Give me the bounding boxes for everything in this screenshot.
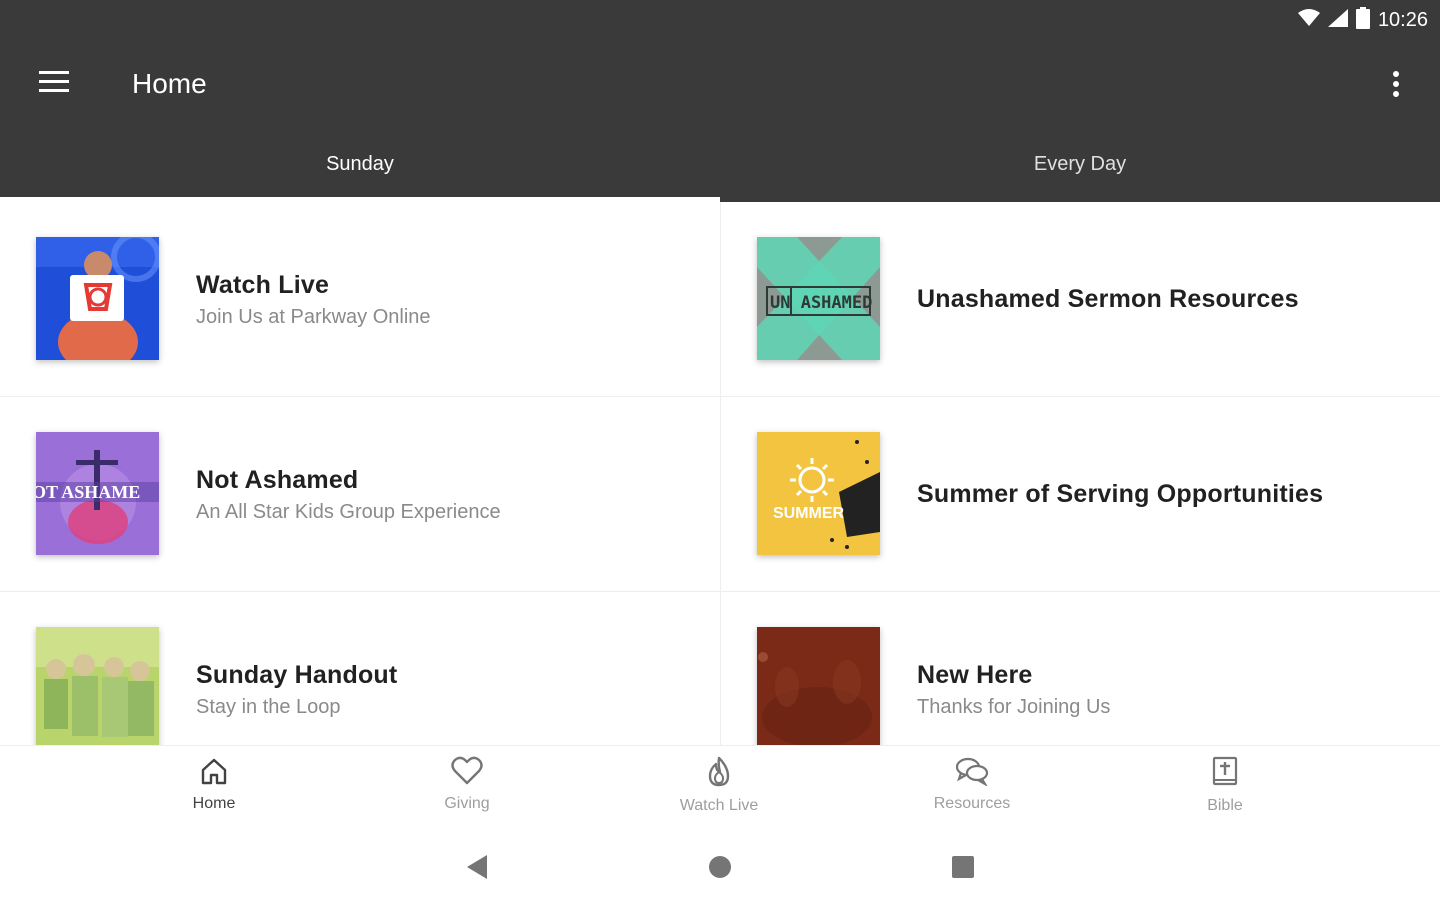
- unashamed-thumbnail: UN ASHAMED: [757, 237, 880, 360]
- sunday-column: Watch Live Join Us at Parkway Online OT …: [0, 202, 720, 745]
- more-vertical-icon: [1392, 70, 1400, 102]
- system-home-button[interactable]: [702, 851, 738, 887]
- list-item-subtitle: An All Star Kids Group Experience: [196, 500, 501, 523]
- back-icon: [465, 854, 489, 885]
- bible-icon: [1211, 756, 1239, 793]
- list-item-title: New Here: [917, 660, 1033, 689]
- tab-sunday[interactable]: Sunday: [0, 130, 720, 202]
- bottom-navigation: Home Giving Watch Live Resources Bible: [0, 745, 1440, 835]
- list-item-new-here[interactable]: New Here Thanks for Joining Us: [721, 592, 1440, 745]
- nav-label: Home: [192, 795, 236, 812]
- system-navigation: [0, 835, 1440, 900]
- watch-live-thumbnail: [36, 237, 159, 360]
- home-icon: [199, 756, 229, 791]
- list-item-text: Watch Live Join Us at Parkway Online: [196, 202, 431, 397]
- overflow-menu-button[interactable]: [1378, 66, 1414, 106]
- list-item-title: Unashamed Sermon Resources: [917, 285, 1299, 313]
- new-here-thumbnail: [757, 627, 880, 745]
- status-icons: 10:26: [1297, 6, 1428, 34]
- chat-bubbles-icon: [955, 756, 989, 791]
- every-day-column: UN ASHAMED Unashamed Sermon Resources SU…: [721, 202, 1440, 745]
- nav-giving[interactable]: Giving: [397, 756, 537, 826]
- list-item-title: Not Ashamed: [196, 465, 359, 494]
- system-back-button[interactable]: [459, 851, 495, 887]
- not-ashamed-thumb-text: OT ASHAME: [36, 482, 140, 502]
- list-item-text: Not Ashamed An All Star Kids Group Exper…: [196, 397, 501, 592]
- list-item-text: Unashamed Sermon Resources: [917, 202, 1299, 397]
- status-bar: 10:26: [0, 0, 1440, 40]
- list-item-sunday-handout[interactable]: Sunday Handout Stay in the Loop: [0, 592, 720, 745]
- app-bar: Home: [0, 40, 1440, 130]
- list-item-title: Summer of Serving Opportunities: [917, 480, 1324, 508]
- wifi-icon: [1297, 8, 1320, 32]
- home-circle-icon: [708, 855, 732, 884]
- list-item-text: Sunday Handout Stay in the Loop: [196, 592, 397, 745]
- list-item-title: Watch Live: [196, 270, 330, 299]
- nav-label: Bible: [1207, 797, 1243, 814]
- summer-thumb-text: SUMMER: [773, 505, 845, 522]
- page-title: Home: [132, 68, 207, 99]
- list-item-subtitle: Join Us at Parkway Online: [196, 305, 431, 328]
- nav-label: Giving: [444, 795, 490, 812]
- unashamed-thumb-text: UN ASHAMED: [770, 293, 872, 313]
- list-item-subtitle: Stay in the Loop: [196, 695, 341, 718]
- list-item-text: Summer of Serving Opportunities: [917, 397, 1323, 592]
- list-item-text: New Here Thanks for Joining Us: [917, 592, 1110, 745]
- status-time: 10:26: [1377, 8, 1428, 31]
- signal-icon: [1327, 8, 1348, 32]
- tab-bar: Sunday Every Day: [0, 130, 1440, 202]
- list-item-unashamed-sermon-resources[interactable]: UN ASHAMED Unashamed Sermon Resources: [721, 202, 1440, 397]
- nav-home[interactable]: Home: [144, 756, 284, 826]
- tab-every-day[interactable]: Every Day: [720, 130, 1440, 202]
- nav-label: Resources: [933, 795, 1011, 812]
- recents-icon: [951, 855, 975, 884]
- menu-button[interactable]: [30, 64, 78, 104]
- nav-watch-live[interactable]: Watch Live: [649, 756, 789, 826]
- heart-icon: [451, 756, 483, 791]
- nav-label: Watch Live: [679, 797, 759, 814]
- list-item-title: Sunday Handout: [196, 660, 398, 689]
- flame-icon: [704, 756, 734, 793]
- list-item-subtitle: Thanks for Joining Us: [917, 695, 1111, 718]
- hamburger-menu-icon: [39, 70, 69, 98]
- content-grid: Watch Live Join Us at Parkway Online OT …: [0, 202, 1440, 745]
- system-recents-button[interactable]: [945, 851, 981, 887]
- battery-icon: [1355, 6, 1370, 34]
- not-ashamed-thumbnail: OT ASHAME: [36, 432, 159, 555]
- summer-serving-thumbnail: SUMMER: [757, 432, 880, 555]
- list-item-not-ashamed[interactable]: OT ASHAME Not Ashamed An All Star Kids G…: [0, 397, 720, 592]
- list-item-watch-live[interactable]: Watch Live Join Us at Parkway Online: [0, 202, 720, 397]
- nav-bible[interactable]: Bible: [1155, 756, 1295, 826]
- sunday-handout-thumbnail: [36, 627, 159, 745]
- list-item-summer-of-serving[interactable]: SUMMER Summer of Serving Opportunities: [721, 397, 1440, 592]
- nav-resources[interactable]: Resources: [902, 756, 1042, 826]
